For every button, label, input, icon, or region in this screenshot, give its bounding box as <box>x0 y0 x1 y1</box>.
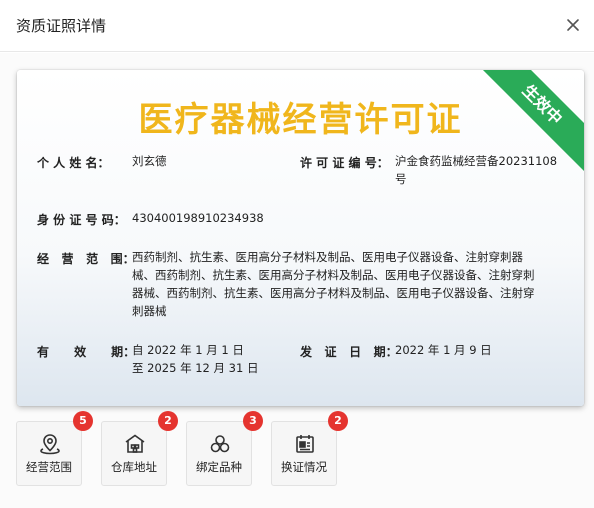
business-scope-label: 经 营 范 围： <box>37 252 135 266</box>
certificate-swap-icon <box>293 432 317 456</box>
close-icon[interactable] <box>562 14 584 36</box>
qualification-detail-dialog: 资质证照详情 医疗器械经营许可证 生效中 个 人 姓 名： 刘玄德 许 可 证 … <box>0 0 594 508</box>
license-number-value-line2: 号 <box>395 172 407 186</box>
circles-icon <box>208 432 232 456</box>
warehouse-address-button-label: 仓库地址 <box>111 460 157 474</box>
business-scope-line: 械、西药制剂、抗生素、医用高分子材料及制品、医用电子仪器设备、注射穿刺 <box>132 268 535 282</box>
certificate-title: 医疗器械经营许可证 <box>138 100 463 140</box>
bind-variety-button[interactable]: 绑定品种 <box>186 421 252 486</box>
issue-date-label: 发 证 日 期： <box>300 345 398 359</box>
name-label: 个 人 姓 名： <box>37 156 110 170</box>
license-number-label: 许 可 证 编 号： <box>300 156 389 170</box>
business-scope-button-label: 经营范围 <box>26 460 72 474</box>
business-scope-line: 器械、西药制剂、抗生素、医用高分子材料及制品、医用电子仪器设备、注射穿 <box>132 286 535 300</box>
business-scope-line: 西药制剂、抗生素、医用高分子材料及制品、医用电子仪器设备、注射穿刺器 <box>132 250 523 264</box>
license-renewal-button[interactable]: 换证情况 <box>271 421 337 486</box>
warehouse-icon <box>123 432 147 456</box>
license-number-value-line1: 沪金食药监械经营备20231108 <box>395 154 558 168</box>
warehouse-address-count-badge: 2 <box>158 411 178 431</box>
id-number-label: 身 份 证 号 码： <box>37 213 126 227</box>
validity-label: 有 效 期： <box>37 345 136 359</box>
business-scope-line: 刺器械 <box>132 304 167 318</box>
bind-variety-count-badge: 3 <box>243 411 263 431</box>
name-value: 刘玄德 <box>132 154 167 168</box>
map-pin-icon <box>38 432 62 456</box>
validity-from: 自 2022 年 1 月 1 日 <box>132 343 244 357</box>
license-certificate: 医疗器械经营许可证 生效中 个 人 姓 名： 刘玄德 许 可 证 编 号： 沪金… <box>17 70 584 406</box>
issue-date-value: 2022 年 1 月 9 日 <box>395 343 492 357</box>
business-scope-button[interactable]: 经营范围 <box>16 421 82 486</box>
business-scope-count-badge: 5 <box>73 411 93 431</box>
validity-to: 至 2025 年 12 月 31 日 <box>132 361 259 375</box>
id-number-value: 430400198910234938 <box>132 211 264 225</box>
bind-variety-button-label: 绑定品种 <box>196 460 242 474</box>
license-renewal-count-badge: 2 <box>328 411 348 431</box>
license-renewal-button-label: 换证情况 <box>281 460 327 474</box>
dialog-header: 资质证照详情 <box>0 0 594 52</box>
dialog-title: 资质证照详情 <box>16 17 107 35</box>
warehouse-address-button[interactable]: 仓库地址 <box>101 421 167 486</box>
